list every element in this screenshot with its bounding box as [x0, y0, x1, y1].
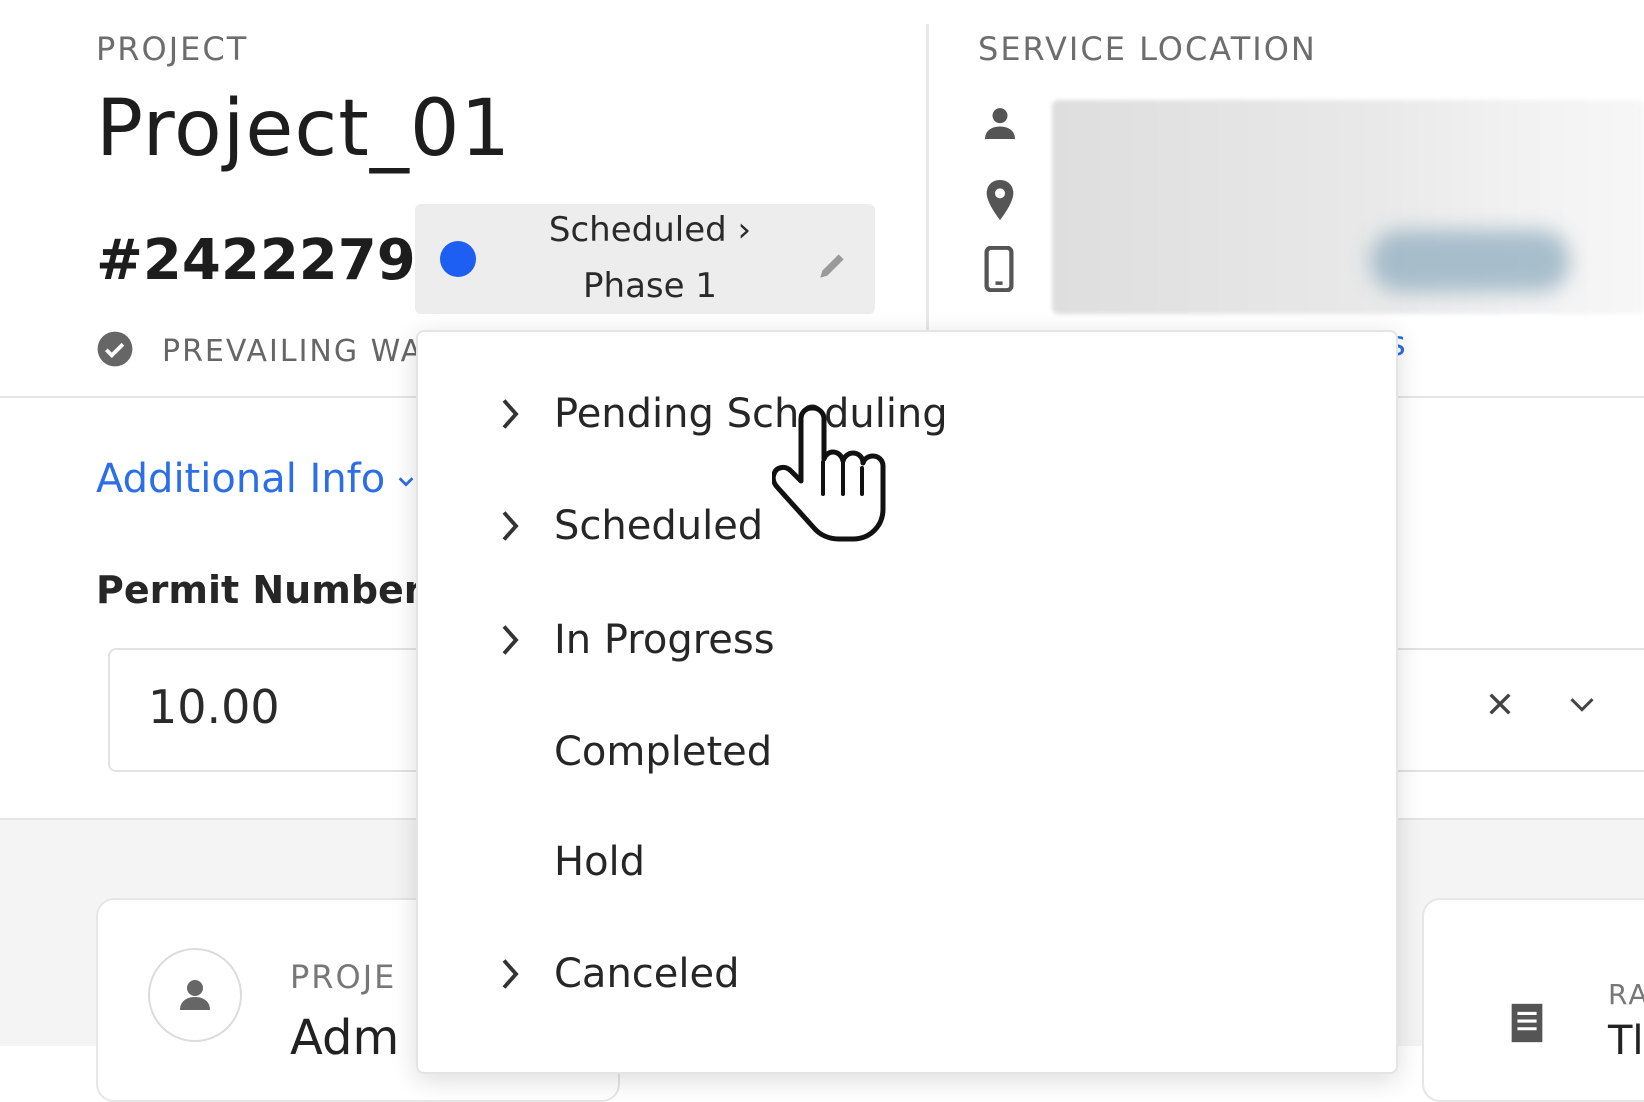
chevron-right-icon	[498, 396, 522, 436]
status-phase: Phase 1	[583, 266, 717, 306]
menu-item-scheduled[interactable]: Scheduled	[418, 486, 1396, 566]
second-card-eyebrow: RA	[1608, 978, 1644, 1011]
clear-icon[interactable]	[1484, 688, 1516, 724]
additional-info-label: Additional Info	[96, 456, 386, 502]
chevron-down-icon	[395, 456, 417, 502]
avatar	[148, 948, 242, 1042]
chevron-right-icon	[498, 956, 522, 996]
chevron-right-icon	[498, 622, 522, 662]
prevailing-wage-label: PREVAILING WA	[162, 333, 422, 369]
permit-dropdown-chevron-icon[interactable]	[1568, 694, 1596, 720]
additional-info-toggle[interactable]: Additional Info	[96, 456, 417, 502]
menu-item-label: Canceled	[554, 951, 740, 997]
service-location-eyebrow: SERVICE LOCATION	[978, 30, 1317, 68]
menu-item-label: Scheduled	[554, 503, 764, 549]
status-dot-icon	[440, 241, 476, 277]
status-dropdown-menu: Pending Scheduling Scheduled In Progress…	[416, 330, 1398, 1074]
second-card-main-text: Tl	[1608, 1018, 1644, 1064]
check-circle-icon	[96, 330, 134, 372]
project-eyebrow: PROJECT	[96, 30, 249, 68]
hand-pointer-cursor-icon	[770, 400, 892, 554]
card-eyebrow: PROJE	[290, 958, 397, 996]
status-stage: Scheduled ›	[548, 210, 752, 250]
prevailing-wage-row: PREVAILING WA	[96, 330, 422, 372]
menu-item-canceled[interactable]: Canceled	[418, 934, 1396, 1014]
redacted-contact-badge	[1370, 230, 1570, 292]
edit-pencil-icon[interactable]	[816, 248, 850, 286]
menu-item-in-progress[interactable]: In Progress	[418, 600, 1396, 680]
menu-item-label: In Progress	[554, 617, 775, 663]
menu-item-pending-scheduling[interactable]: Pending Scheduling	[418, 374, 1396, 454]
menu-item-completed[interactable]: Completed	[418, 712, 1396, 792]
menu-item-label: Completed	[554, 729, 773, 775]
project-title: Project_01	[96, 84, 512, 174]
mobile-phone-icon	[980, 245, 1018, 296]
project-number: #2422279	[96, 228, 416, 293]
card-main-text: Adm	[290, 1010, 400, 1066]
menu-item-label: Hold	[554, 839, 646, 885]
menu-item-hold[interactable]: Hold	[418, 822, 1396, 902]
permit-number-label: Permit Number	[96, 568, 423, 612]
document-icon	[1504, 1000, 1550, 1050]
permit-number-value: 10.00	[148, 680, 280, 734]
person-icon	[980, 104, 1020, 148]
chevron-right-icon	[498, 508, 522, 548]
location-pin-icon	[980, 178, 1020, 226]
